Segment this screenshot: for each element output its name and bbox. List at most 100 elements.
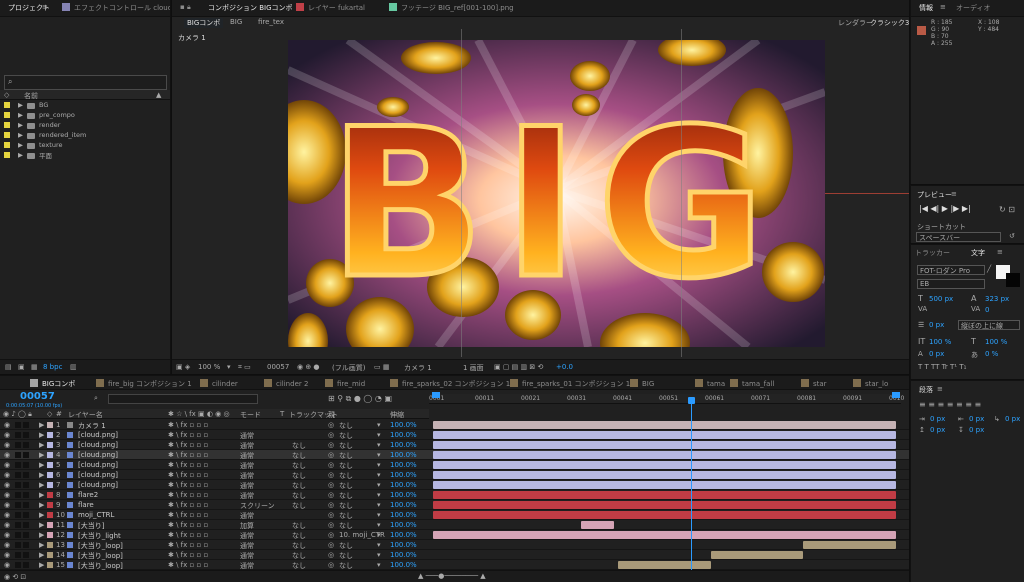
layer-duration-bar[interactable] [433,421,896,429]
stretch-value[interactable]: 100.0% [390,451,417,459]
label-color-chip[interactable] [47,472,53,478]
timeline-tab[interactable]: tama [695,379,725,388]
visibility-icon[interactable]: ◉ [4,421,10,429]
expand-arrow-icon[interactable]: ▶ [39,541,44,549]
layer-switch-icons[interactable]: ✱ \ fx ▫ ▫ ▫ [168,511,208,519]
lock-box[interactable] [23,432,29,438]
lock-box[interactable] [23,472,29,478]
tab-character[interactable]: 文字 [971,248,985,258]
label-color-chip[interactable] [47,462,53,468]
layer-duration-bar[interactable] [433,461,896,469]
tab-footage[interactable]: フッテージ BIG_ref[001-100].png [389,3,514,13]
stretch-value[interactable]: 100.0% [390,521,417,529]
parent-pickwhip-icon[interactable]: ◎ [328,551,334,559]
search-input[interactable]: ⌕ [4,75,167,90]
layer-duration-bar[interactable] [433,531,896,539]
layer-duration-bar[interactable] [433,451,896,459]
project-item[interactable]: ▶ texture [0,140,62,150]
lock-box[interactable] [23,482,29,488]
solo-box[interactable] [15,432,21,438]
timeline-tab[interactable]: fire_sparks_02 コンポジション 1 [390,379,510,389]
time-ruler[interactable]: 0001 00011 00021 00031 00041 00051 00061 00071 0… [429,394,904,404]
label-color-chip[interactable] [47,442,53,448]
parent-pickwhip-icon[interactable]: ◎ [328,471,334,479]
visibility-icon[interactable]: ◉ [4,491,10,499]
solo-box[interactable] [15,482,21,488]
layer-name[interactable]: [cloud.png] [78,451,118,459]
playhead-handle[interactable] [688,397,695,404]
tab-composition[interactable]: コンポジション BIGコンポ [208,3,293,13]
solo-box[interactable] [15,492,21,498]
current-time[interactable]: 00057 [20,391,55,402]
layer-duration-bar[interactable] [710,551,804,559]
label-color-chip[interactable] [47,562,53,568]
expand-arrow-icon[interactable]: ▶ [39,451,44,459]
layer-row[interactable]: ◉ ▶ 2 [cloud.png] ✱ \ fx ▫ ▫ ▫ 通常 ◎ なし ▾ 100.0% [0,430,909,440]
stretch-value[interactable]: 100.0% [390,511,417,519]
playback-controls[interactable]: |◀ ◀| ▶ |▶ ▶| [919,204,971,213]
exposure-value[interactable]: +0.0 [556,363,573,371]
layer-row[interactable]: ◉ ▶ 5 [cloud.png] ✱ \ fx ▫ ▫ ▫ 通常 なし ◎ なし ▾ 100.0% [0,460,909,470]
visibility-icon[interactable]: ◉ [4,451,10,459]
solo-box[interactable] [15,562,21,568]
lock-icon[interactable]: ▪ 🔒︎ [180,3,191,12]
camera-select[interactable]: カメラ 1 [404,363,432,373]
alignment-icons[interactable]: ≡ ≡ ≡ ≡ ≡ ≡ ≡ [919,400,981,409]
layer-switch-icons[interactable]: ✱ \ fx ▫ ▫ ▫ [168,541,208,549]
visibility-icon[interactable]: ◉ [4,531,10,539]
resolution-select[interactable]: (フル画質) [332,363,365,373]
layer-name[interactable]: [cloud.png] [78,431,118,439]
stretch-value[interactable]: 100.0% [390,531,417,539]
guide-horizontal[interactable] [825,193,909,194]
expand-arrow-icon[interactable]: ▶ [39,431,44,439]
layer-switch-icons[interactable]: ✱ \ fx ▫ ▫ ▫ [168,441,208,449]
parent-pickwhip-icon[interactable]: ◎ [328,481,334,489]
font-style-select[interactable]: EB [917,279,985,289]
expand-arrow-icon[interactable]: ▶ [39,561,44,569]
timeline-tab[interactable]: BIGコンポ [30,379,75,389]
tab-effect-controls[interactable]: エフェクトコントロール cloud.p [62,3,170,13]
layer-duration-bar[interactable] [433,431,896,439]
label-color-chip[interactable] [47,502,53,508]
timeline-tab[interactable]: BIG [630,379,654,388]
zoom-slider[interactable]: ▲ ───●──────── ▲ [418,572,486,580]
layer-name[interactable]: [cloud.png] [78,461,118,469]
parent-pickwhip-icon[interactable]: ◎ [328,491,334,499]
layer-row[interactable]: ◉ ▶ 15 [大当り_loop] ✱ \ fx ▫ ▫ ▫ 通常 なし ◎ なし ▾ 100.0% [0,560,909,570]
parent-pickwhip-icon[interactable]: ◎ [328,431,334,439]
layer-switch-icons[interactable]: ✱ \ fx ▫ ▫ ▫ [168,481,208,489]
baseline-shift-value[interactable]: 0 px [929,350,944,358]
expand-arrow-icon[interactable]: ▶ [39,441,44,449]
lock-box[interactable] [23,552,29,558]
indent-left-value[interactable]: 0 px [930,415,945,423]
lock-box[interactable] [23,442,29,448]
tab-tracker[interactable]: トラッカー [915,248,950,258]
layer-switch-icons[interactable]: ✱ \ fx ▫ ▫ ▫ [168,491,208,499]
layer-switch-icons[interactable]: ✱ \ fx ▫ ▫ ▫ [168,451,208,459]
expand-arrow-icon[interactable]: ▶ [39,551,44,559]
breadcrumb-fire-tex[interactable]: fire_tex [258,18,284,26]
timeline-tab[interactable]: fire_big コンポジション 1 [96,379,192,389]
expand-arrow-icon[interactable]: ▶ [39,491,44,499]
lock-box[interactable] [23,542,29,548]
stretch-value[interactable]: 100.0% [390,541,417,549]
label-color-chip[interactable] [47,532,53,538]
parent-pickwhip-icon[interactable]: ◎ [328,441,334,449]
stretch-value[interactable]: 100.0% [390,471,417,479]
timeline-search-input[interactable] [108,394,258,404]
space-after-value[interactable]: 0 px [969,426,984,434]
expand-arrow-icon[interactable]: ▶ [39,461,44,469]
playhead[interactable] [691,400,692,570]
expand-arrow-icon[interactable]: ▶ [39,521,44,529]
layer-name[interactable]: flare [78,501,94,509]
layer-switch-icons[interactable]: ✱ \ fx ▫ ▫ ▫ [168,531,208,539]
stroke-color-swatch[interactable] [1006,273,1020,287]
parent-pickwhip-icon[interactable]: ◎ [328,561,334,569]
layer-switch-icons[interactable]: ✱ \ fx ▫ ▫ ▫ [168,461,208,469]
layer-row[interactable]: ◉ ▶ 8 flare2 ✱ \ fx ▫ ▫ ▫ 通常 なし ◎ なし ▾ 100.0% [0,490,909,500]
layer-row[interactable]: ◉ ▶ 1 カメラ 1 ✱ \ fx ▫ ▫ ▫ ◎ なし ▾ 100.0% [0,420,909,430]
layer-switch-icons[interactable]: ✱ \ fx ▫ ▫ ▫ [168,521,208,529]
timeline-search-icon[interactable]: ⌕ [94,394,98,403]
layer-name[interactable]: moji_CTRL [78,511,114,519]
layer-duration-bar[interactable] [581,521,614,529]
